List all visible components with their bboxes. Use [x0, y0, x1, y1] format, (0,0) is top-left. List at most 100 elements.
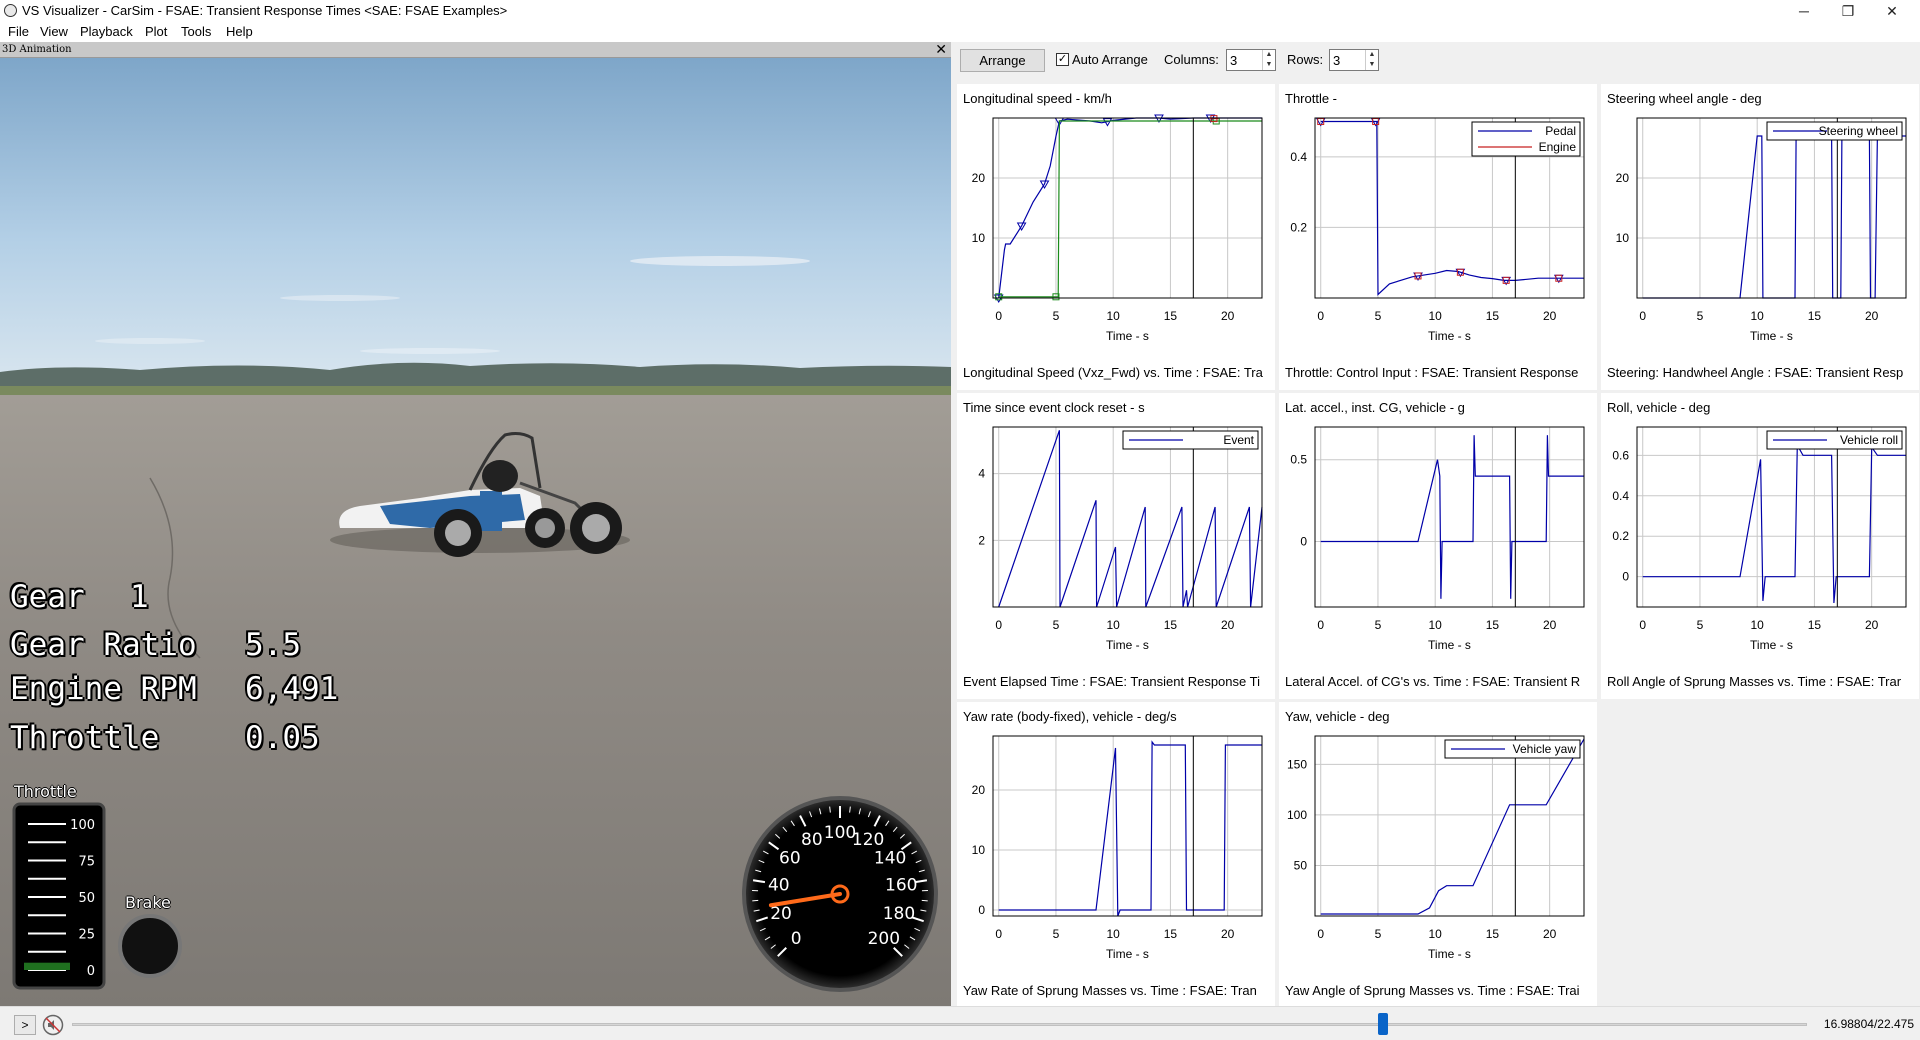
speedometer-label: 0	[791, 929, 802, 949]
rows-spinner[interactable]: 3 ▲ ▼	[1329, 49, 1379, 71]
y-tick-label: 2	[978, 533, 985, 547]
series-line	[998, 430, 1263, 608]
spinner-arrows-icon[interactable]: ▲ ▼	[1262, 50, 1275, 70]
plot-caption: Roll Angle of Sprung Masses vs. Time : F…	[1607, 674, 1902, 689]
x-tick-label: 0	[1317, 618, 1324, 632]
plot-panel[interactable]: Yaw rate (body-fixed), vehicle - deg/s 0 5…	[957, 702, 1275, 1008]
plot-frame	[1636, 117, 1907, 299]
columns-spinner[interactable]: 3 ▲ ▼	[1226, 49, 1276, 71]
plot-caption: Longitudinal Speed (Vxz_Fwd) vs. Time : …	[963, 365, 1263, 380]
y-tick-label: 150	[1287, 757, 1307, 771]
plot-caption: Yaw Angle of Sprung Masses vs. Time : FS…	[1285, 983, 1580, 998]
plot-grid-lines	[1637, 118, 1906, 298]
y-tick-label: 0	[1300, 535, 1307, 549]
plot-panel[interactable]: Lat. accel., inst. CG, vehicle - g 0 5 10 15…	[1279, 393, 1597, 699]
x-axis-label: Time - s	[1750, 329, 1793, 343]
plot-panel[interactable]: Time since event clock reset - s 0 5 10 15 20…	[957, 393, 1275, 699]
plot-caption: Yaw Rate of Sprung Masses vs. Time : FSA…	[963, 983, 1257, 998]
x-tick-label: 5	[1697, 309, 1704, 323]
plot-panel[interactable]: Throttle -0 5 10 15 20 0.2 0.4 Time - s Pedal Eng…	[1279, 84, 1597, 390]
x-tick-label: 15	[1164, 309, 1178, 323]
plot-chart: 0 5 10 15 20 0 10 20 Time - s	[972, 735, 1263, 961]
menu-help[interactable]: Help	[226, 24, 253, 39]
plot-panel[interactable]: Roll, vehicle - deg 0 5 10 15 20 0 0.2 0.4 0.6 Tim…	[1601, 393, 1919, 699]
menu-playback[interactable]: Playback	[80, 24, 133, 39]
auto-arrange-checkbox[interactable]: ✓	[1056, 53, 1069, 66]
menu-plot[interactable]: Plot	[145, 24, 167, 39]
speedometer-label: 60	[779, 849, 801, 869]
minimize-button[interactable]: ─	[1782, 0, 1826, 22]
hud-gear-ratio-value: 5.5	[245, 627, 301, 663]
restore-button[interactable]: ❐	[1826, 0, 1870, 22]
app-icon	[4, 4, 17, 17]
menu-file[interactable]: File	[8, 24, 29, 39]
plot-grid-lines	[1315, 736, 1584, 916]
speedometer-label: 160	[885, 875, 917, 895]
x-tick-label: 10	[1751, 309, 1765, 323]
x-tick-label: 20	[1865, 309, 1879, 323]
title-bar: VS Visualizer - CarSim - FSAE: Transient…	[0, 0, 1920, 22]
playback-slider-thumb[interactable]	[1378, 1013, 1389, 1035]
x-axis-label: Time - s	[1106, 638, 1149, 652]
throttle-tick-label: 25	[78, 928, 95, 943]
y-tick-label: 20	[1616, 171, 1630, 185]
speedometer-label: 200	[868, 929, 900, 949]
speedometer-label: 20	[770, 904, 792, 924]
arrange-button[interactable]: Arrange	[960, 49, 1045, 72]
x-tick-label: 0	[1317, 927, 1324, 941]
plot-panel[interactable]: Longitudinal speed - km/h 0 5 10 15 20 10 20 Tim…	[957, 84, 1275, 390]
speedometer-label: 40	[768, 875, 790, 895]
y-tick-label: 0.4	[1290, 150, 1307, 164]
y-tick-label: 0.2	[1290, 220, 1307, 234]
plot-legend: Steering wheel	[1766, 121, 1903, 141]
plot-chart: 0 5 10 15 20 0 0.5 Time - s	[1290, 426, 1585, 652]
hud-gear-label: Gear	[10, 579, 85, 615]
throttle-gauge-title: Throttle	[14, 782, 77, 801]
animation-viewport[interactable]: 1007550250 020406080 100120140160180200	[0, 58, 951, 1006]
y-tick-label: 0.6	[1612, 448, 1629, 462]
plot-panel[interactable]: Steering wheel angle - deg 0 5 10 15 20 10 20 Ti…	[1601, 84, 1919, 390]
plot-frame	[992, 735, 1263, 917]
x-tick-label: 5	[1697, 618, 1704, 632]
plot-toolbar: Arrange ✓ Auto Arrange Columns: 3 ▲ ▼ Row…	[951, 42, 1920, 78]
plot-chart: 0 5 10 15 20 10 20 Time - s	[972, 114, 1263, 343]
series-line	[1320, 738, 1585, 915]
x-tick-label: 15	[1808, 618, 1822, 632]
legend-label: Pedal	[1545, 124, 1576, 138]
playback-slider-track[interactable]	[72, 1023, 1807, 1026]
y-tick-label: 50	[1294, 858, 1308, 872]
speedometer-label: 120	[852, 830, 884, 850]
y-tick-label: 20	[972, 171, 986, 185]
close-button[interactable]: ✕	[1870, 0, 1914, 22]
x-tick-label: 0	[995, 618, 1002, 632]
playback-bar: > 16.98804/22.475	[0, 1006, 1920, 1040]
series-line	[1642, 135, 1906, 299]
plot-grid-lines	[1637, 427, 1906, 607]
plot-legend: Event	[1122, 430, 1259, 450]
columns-label: Columns:	[1164, 52, 1219, 67]
speedometer-label: 80	[801, 830, 823, 850]
x-tick-label: 20	[1543, 309, 1557, 323]
mute-icon[interactable]	[42, 1014, 64, 1036]
y-tick-label: 20	[972, 783, 986, 797]
menu-view[interactable]: View	[40, 24, 68, 39]
plot-panel[interactable]: Yaw, vehicle - deg 0 5 10 15 20 50 100 150 Time -…	[1279, 702, 1597, 1008]
menu-tools[interactable]: Tools	[181, 24, 211, 39]
cloud	[360, 348, 500, 354]
plot-legend: Vehicle roll	[1766, 430, 1903, 450]
y-tick-label: 10	[972, 843, 986, 857]
x-tick-label: 20	[1543, 927, 1557, 941]
window-title: VS Visualizer - CarSim - FSAE: Transient…	[22, 3, 508, 18]
spinner-arrows-icon[interactable]: ▲ ▼	[1365, 50, 1378, 70]
plot-chart: 0 5 10 15 20 50 100 150 Time - s Vehicle yaw	[1287, 735, 1585, 961]
y-tick-label: 100	[1287, 808, 1307, 822]
x-tick-label: 5	[1053, 927, 1060, 941]
play-button[interactable]: >	[14, 1015, 36, 1035]
hud-gear: Gear 1	[10, 579, 149, 615]
hud-gear-value: 1	[130, 579, 149, 615]
plot-grid-lines	[993, 427, 1262, 607]
rows-value: 3	[1333, 53, 1341, 68]
series-line	[998, 740, 1262, 917]
x-tick-label: 10	[1107, 927, 1121, 941]
animation-close-icon[interactable]: ✕	[935, 42, 947, 58]
